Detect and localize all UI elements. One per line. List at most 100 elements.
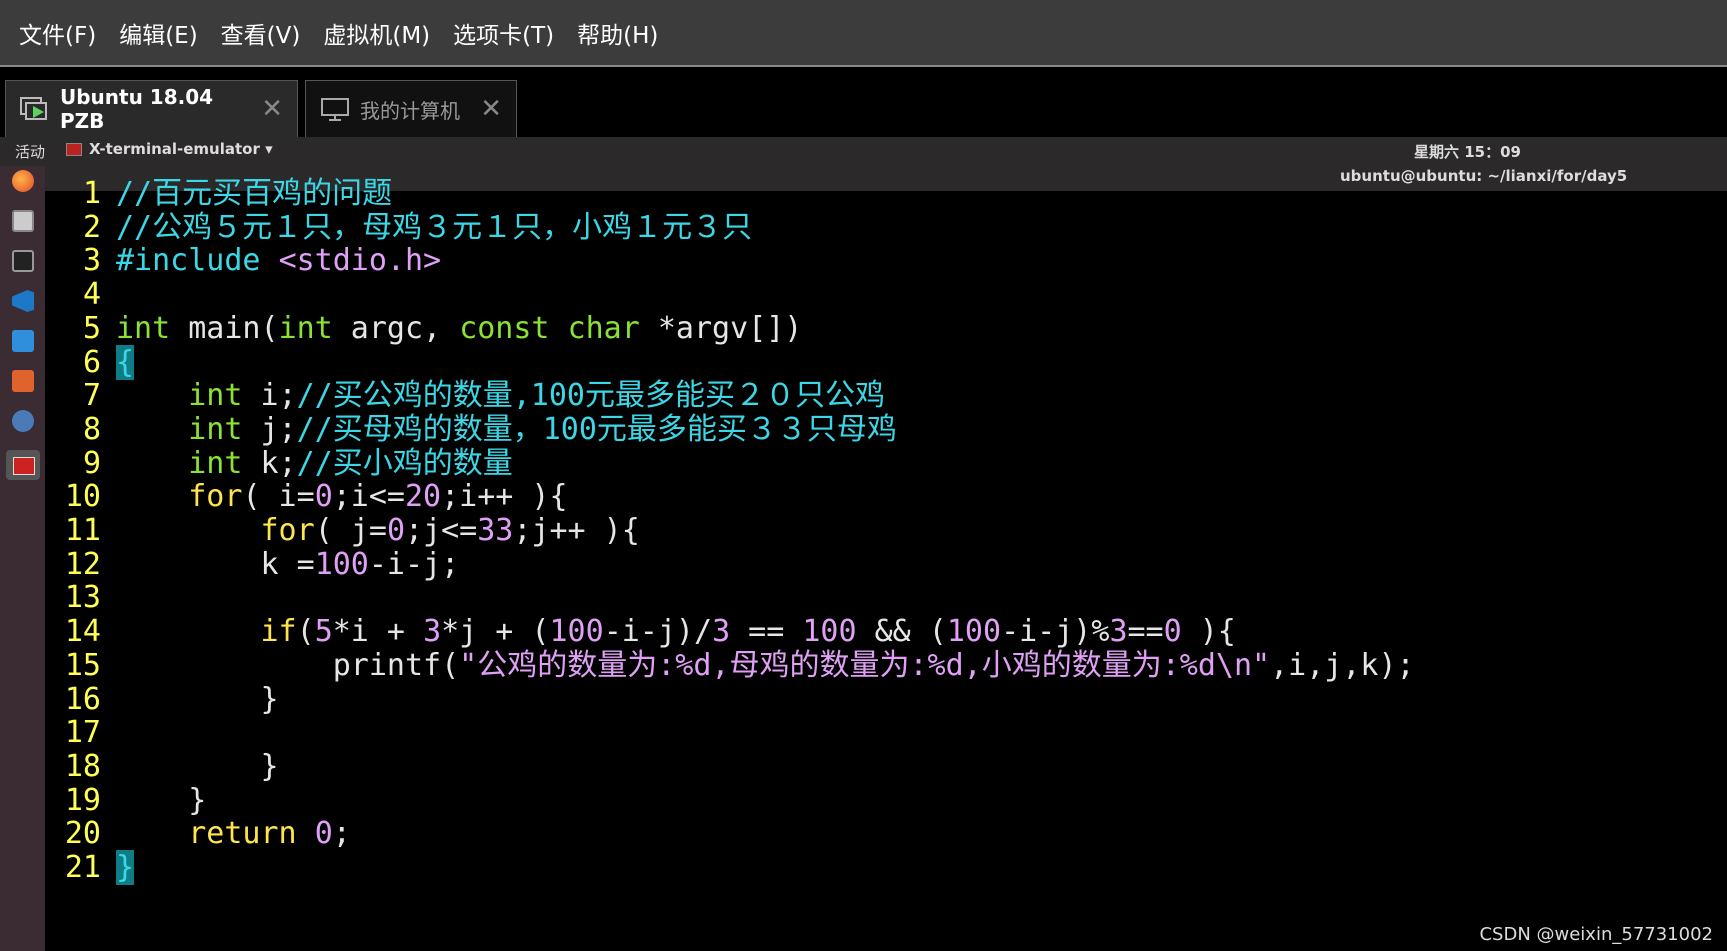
terminal-icon[interactable] <box>12 250 34 272</box>
code-line: 6{ <box>45 344 135 381</box>
code-line: 4 <box>45 276 116 313</box>
menu-vm[interactable]: 虚拟机(M) <box>313 16 443 50</box>
files-icon[interactable] <box>12 210 34 232</box>
software-center-icon[interactable] <box>12 370 34 392</box>
menu-help[interactable]: 帮助(H) <box>567 16 671 50</box>
code-token: } <box>116 782 207 818</box>
code-token: ;i++ ){ <box>441 479 568 515</box>
line-number: 18 <box>64 748 101 784</box>
code-token: -i-j; <box>368 546 460 582</box>
code-token: ( <box>296 614 315 650</box>
close-icon[interactable]: ✕ <box>261 96 283 122</box>
code-token: #include <box>116 243 279 279</box>
clock[interactable]: 星期六 15：09 <box>1414 141 1521 162</box>
activities-button[interactable]: 活动 <box>15 141 45 162</box>
code-token: && ( <box>856 614 947 650</box>
code-token: "公鸡的数量为:%d,母鸡的数量为:%d,小鸡的数量为:%d\n" <box>459 647 1271 683</box>
x-terminal-icon[interactable] <box>6 450 40 480</box>
line-number: 13 <box>64 580 101 616</box>
code-line: 2 //公鸡５元１只，母鸡３元１只，小鸡１元３只 <box>45 209 752 246</box>
line-number: 9 <box>82 445 101 481</box>
tab-label: Ubuntu 18.04 PZB <box>60 85 214 133</box>
code-token: *i + <box>332 614 424 650</box>
code-token: 100 <box>549 614 604 650</box>
line-number: 3 <box>82 243 101 279</box>
code-token: //公鸡５元１只，母鸡３元１只，小鸡１元３只 <box>116 209 753 245</box>
code-token: 0 <box>1163 614 1182 650</box>
code-line: 14 if(5*i + 3*j + (100-i-j)/3 == 100 && … <box>45 613 1236 650</box>
code-token: } <box>116 748 279 784</box>
code-token: -i-j)% <box>1001 614 1110 650</box>
code-token: //买母鸡的数量，100元最多能买３３只母鸡 <box>296 411 897 447</box>
code-token: printf( <box>116 647 460 683</box>
code-line: 12 k =100-i-j; <box>45 546 459 583</box>
code-token: if <box>260 614 297 650</box>
code-token: ){ <box>1181 614 1236 650</box>
code-line: 8 int j;//买母鸡的数量，100元最多能买３３只母鸡 <box>45 411 897 448</box>
code-token: ;j<= <box>405 513 478 548</box>
line-number: 11 <box>64 513 101 548</box>
code-token: int <box>278 310 333 346</box>
code-line: 10 for( i=0;i<=20;i++ ){ <box>45 478 568 515</box>
code-token: 0 <box>314 479 333 515</box>
menu-view[interactable]: 查看(V) <box>211 16 314 50</box>
code-token: 33 <box>477 513 514 548</box>
line-number: 5 <box>82 310 101 346</box>
code-token: 0 <box>314 816 333 852</box>
code-token: int <box>116 310 171 346</box>
app-menu[interactable]: X-terminal-emulator ▾ <box>66 140 273 158</box>
tab-ubuntu-vm[interactable]: Ubuntu 18.04 PZB ✕ <box>5 80 298 137</box>
vscode-icon[interactable] <box>12 290 34 312</box>
line-number: 10 <box>64 479 101 515</box>
vm-play-icon <box>20 95 50 123</box>
code-line: 11 for( j=0;j<=33;j++ ){ <box>45 512 640 549</box>
code-token: <stdio.h> <box>278 243 442 279</box>
code-token: 5 <box>314 614 333 650</box>
code-token: //买小鸡的数量 <box>296 445 513 481</box>
code-token: ( i= <box>242 479 315 515</box>
code-token: ;i<= <box>332 479 405 515</box>
vim-icon[interactable] <box>12 330 34 352</box>
code-token: { <box>116 344 135 380</box>
code-token: k = <box>116 546 315 582</box>
window-title: ubuntu@ubuntu: ~/lianxi/for/day5 <box>1340 167 1628 185</box>
terminal-editor[interactable]: 1 //百元买百鸡的问题 2 //公鸡５元１只，母鸡３元１只，小鸡１元３只 3 #incl… <box>45 176 1727 951</box>
tab-bar: Ubuntu 18.04 PZB ✕ 我的计算机 ✕ <box>0 67 1727 137</box>
code-token: 0 <box>386 513 405 548</box>
code-token: } <box>116 850 135 885</box>
line-number: 12 <box>64 546 101 582</box>
host-menubar: 文件(F) 编辑(E) 查看(V) 虚拟机(M) 选项卡(T) 帮助(H) <box>0 0 1727 67</box>
menu-file[interactable]: 文件(F) <box>0 16 109 50</box>
code-token: //买公鸡的数量,100元最多能买２０只公鸡 <box>296 378 885 414</box>
line-number: 1 <box>82 176 101 211</box>
code-token: argc, <box>332 310 460 346</box>
code-token: main( <box>170 310 279 346</box>
code-token: int <box>188 411 243 447</box>
line-number: 14 <box>64 614 101 650</box>
code-line: 20 return 0; <box>45 815 351 852</box>
settings-icon[interactable] <box>12 410 34 432</box>
line-number: 17 <box>64 715 101 751</box>
menu-edit[interactable]: 编辑(E) <box>109 16 210 50</box>
code-token: *j + ( <box>441 614 550 650</box>
code-token: ( j= <box>314 513 387 548</box>
tab-label: 我的计算机 <box>360 98 460 123</box>
code-token: for <box>188 479 243 515</box>
code-line: 5 int main(int argc, const char *argv[]) <box>45 310 802 347</box>
line-number: 4 <box>82 277 101 313</box>
code-line: 3 #include <stdio.h> <box>45 242 441 279</box>
code-token: 3 <box>712 614 731 650</box>
close-icon[interactable]: ✕ <box>480 96 502 122</box>
tab-my-computer[interactable]: 我的计算机 ✕ <box>305 80 517 137</box>
code-line: 18 } <box>45 748 279 785</box>
code-token: *argv[]) <box>639 310 803 346</box>
menu-tabs[interactable]: 选项卡(T) <box>443 16 567 50</box>
code-token: ,i,j,k); <box>1270 647 1415 683</box>
code-token: i; <box>242 378 297 414</box>
firefox-icon[interactable] <box>12 170 34 192</box>
